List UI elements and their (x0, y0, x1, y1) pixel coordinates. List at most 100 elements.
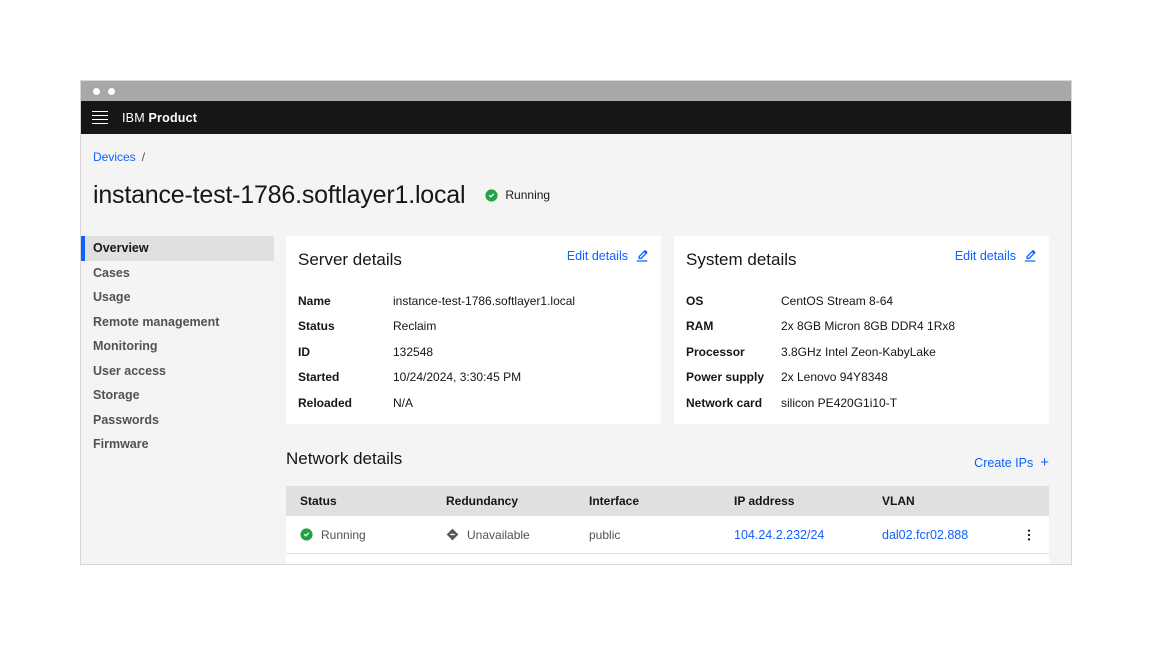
check-circle-icon (485, 189, 498, 202)
column-header-redundancy: Redundancy (432, 494, 575, 508)
network-table-row: Running Unavailable public 104.24.2.232/… (286, 516, 1049, 554)
detail-row: Name instance-test-1786.softlayer1.local (298, 288, 649, 314)
server-details-list: Name instance-test-1786.softlayer1.local… (298, 288, 649, 416)
status-text: Running (321, 528, 366, 542)
sidebar-item-label: Cases (93, 266, 130, 280)
sidebar-item-firmware[interactable]: Firmware (81, 432, 274, 457)
create-ips-label: Create IPs (974, 456, 1033, 470)
detail-value: 2x 8GB Micron 8GB DDR4 1Rx8 (781, 319, 955, 333)
detail-value: 132548 (393, 345, 433, 359)
edit-server-details-link[interactable]: Edit details (567, 249, 649, 263)
detail-label: Name (298, 294, 393, 308)
network-details-title: Network details (286, 448, 402, 470)
detail-label: RAM (686, 319, 781, 333)
detail-value: 3.8GHz Intel Zeon-KabyLake (781, 345, 936, 359)
detail-label: Started (298, 370, 393, 384)
cell-redundancy: Unavailable (432, 528, 575, 542)
plus-icon: + (1040, 457, 1049, 469)
sidebar-item-remote-management[interactable]: Remote management (81, 310, 274, 335)
sidebar-item-user-access[interactable]: User access (81, 359, 274, 384)
column-header-ip-address: IP address (720, 494, 868, 508)
sidebar-item-monitoring[interactable]: Monitoring (81, 334, 274, 359)
sidebar-item-usage[interactable]: Usage (81, 285, 274, 310)
cell-vlan: dal02.fcr02.888 (868, 528, 1009, 542)
detail-row: Reloaded N/A (298, 390, 649, 416)
undefined-diamond-icon (446, 528, 459, 541)
redundancy-text: Unavailable (467, 528, 530, 542)
detail-label: ID (298, 345, 393, 359)
detail-value: silicon PE420G1i10-T (781, 396, 897, 410)
detail-label: Power supply (686, 370, 781, 384)
cell-status: Running (286, 528, 432, 542)
main-layout: Overview Cases Usage Remote management M… (81, 236, 1071, 564)
breadcrumb-link-devices[interactable]: Devices (93, 150, 136, 164)
edit-details-label: Edit details (955, 249, 1016, 263)
status-label: Running (505, 188, 550, 202)
server-details-title: Server details (298, 249, 402, 271)
column-header-interface: Interface (575, 494, 720, 508)
sidebar-nav: Overview Cases Usage Remote management M… (81, 236, 274, 564)
detail-label: OS (686, 294, 781, 308)
sidebar-item-label: Monitoring (93, 339, 158, 353)
details-cards-row: Server details Edit details (286, 236, 1049, 424)
sidebar-item-cases[interactable]: Cases (81, 261, 274, 286)
panels: Server details Edit details (286, 236, 1049, 564)
page-content: Devices/ instance-test-1786.softlayer1.l… (81, 134, 1071, 564)
brand-title: IBM Product (122, 111, 197, 125)
sidebar-item-passwords[interactable]: Passwords (81, 408, 274, 433)
sidebar-item-label: Firmware (93, 437, 149, 451)
vlan-link[interactable]: dal02.fcr02.888 (882, 528, 968, 542)
detail-label: Reloaded (298, 396, 393, 410)
detail-row: Started 10/24/2024, 3:30:45 PM (298, 365, 649, 391)
detail-row: RAM 2x 8GB Micron 8GB DDR4 1Rx8 (686, 314, 1037, 340)
edit-system-details-link[interactable]: Edit details (955, 249, 1037, 263)
sidebar-item-storage[interactable]: Storage (81, 383, 274, 408)
detail-row: Processor 3.8GHz Intel Zeon-KabyLake (686, 339, 1037, 365)
detail-value: instance-test-1786.softlayer1.local (393, 294, 575, 308)
network-details-header: Network details Create IPs + (286, 448, 1049, 470)
edit-pencil-icon (1023, 249, 1037, 263)
detail-row: OS CentOS Stream 8-64 (686, 288, 1037, 314)
detail-row: Network card silicon PE420G1i10-T (686, 390, 1037, 416)
brand-product: Product (149, 111, 198, 125)
ip-address-link[interactable]: 104.24.2.232/24 (734, 528, 824, 542)
system-details-card: System details Edit details (674, 236, 1049, 424)
detail-value: N/A (393, 396, 413, 410)
app-window: IBM Product Devices/ instance-test-1786.… (80, 80, 1072, 565)
sidebar-item-label: User access (93, 364, 166, 378)
server-details-card: Server details Edit details (286, 236, 661, 424)
network-table-row-partial (286, 554, 1049, 564)
detail-row: Status Reclaim (298, 314, 649, 340)
window-titlebar (81, 81, 1071, 101)
detail-label: Status (298, 319, 393, 333)
check-circle-icon (300, 528, 313, 541)
overflow-menu-icon (1022, 528, 1036, 542)
menu-hamburger-icon[interactable] (92, 111, 108, 124)
brand-prefix: IBM (122, 111, 145, 125)
system-details-title: System details (686, 249, 797, 271)
cell-interface: public (575, 528, 720, 542)
sidebar-item-label: Passwords (93, 413, 159, 427)
detail-value: 2x Lenovo 94Y8348 (781, 370, 888, 384)
edit-pencil-icon (635, 249, 649, 263)
column-header-vlan: VLAN (868, 494, 1009, 508)
window-control-dot[interactable] (108, 88, 115, 95)
network-table-header-row: Status Redundancy Interface IP address V… (286, 486, 1049, 516)
page-title-row: instance-test-1786.softlayer1.local Runn… (93, 180, 1071, 210)
sidebar-item-overview[interactable]: Overview (81, 236, 274, 261)
network-table: Status Redundancy Interface IP address V… (286, 486, 1049, 564)
window-control-dot[interactable] (93, 88, 100, 95)
sidebar-item-label: Storage (93, 388, 140, 402)
sidebar-item-label: Overview (93, 241, 149, 255)
detail-value: 10/24/2024, 3:30:45 PM (393, 370, 521, 384)
breadcrumb: Devices/ (93, 149, 1071, 165)
detail-row: ID 132548 (298, 339, 649, 365)
system-details-list: OS CentOS Stream 8-64 RAM 2x 8GB Micron … (686, 288, 1037, 416)
create-ips-link[interactable]: Create IPs + (974, 456, 1049, 470)
page-title: instance-test-1786.softlayer1.local (93, 180, 465, 210)
detail-value: CentOS Stream 8-64 (781, 294, 893, 308)
detail-label: Processor (686, 345, 781, 359)
cell-ip-address: 104.24.2.232/24 (720, 528, 868, 542)
status-badge: Running (485, 188, 550, 202)
row-overflow-menu-button[interactable] (1009, 516, 1049, 553)
